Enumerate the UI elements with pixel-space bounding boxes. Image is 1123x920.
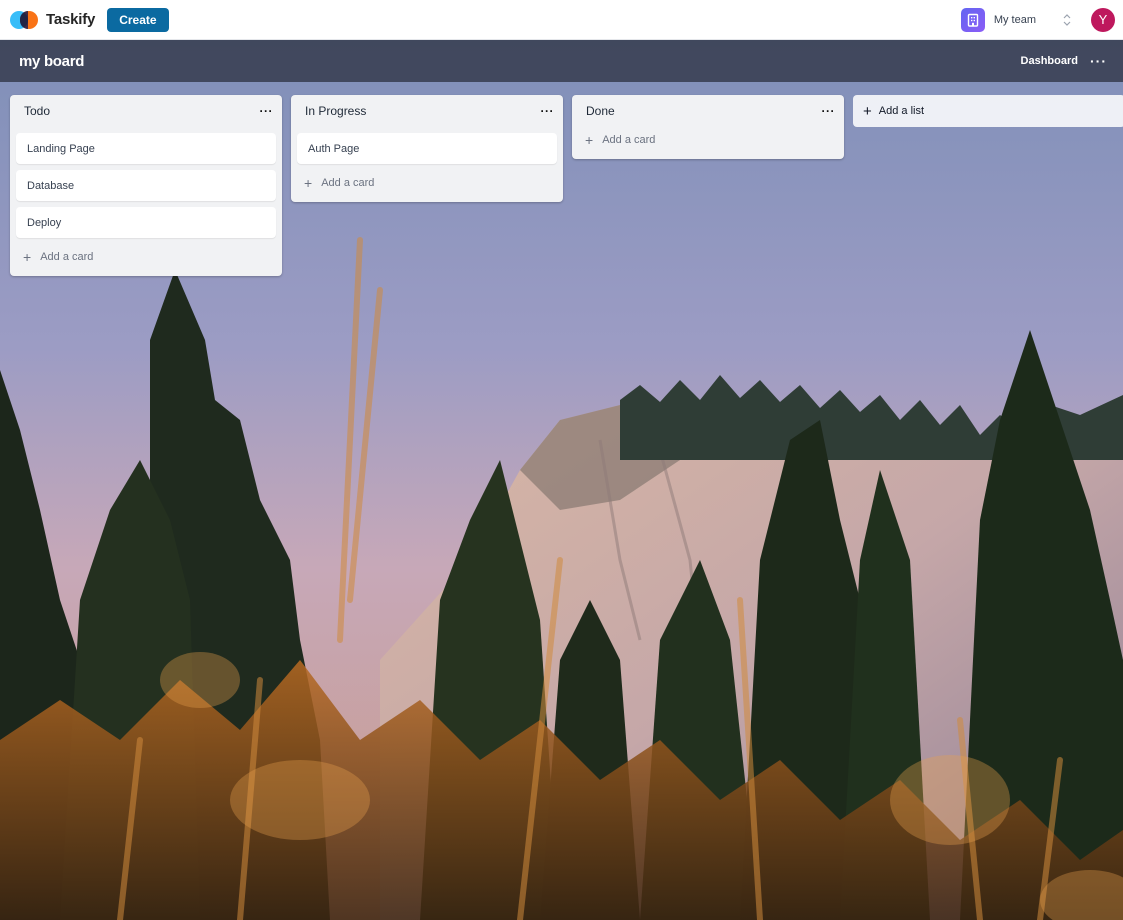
add-list-button[interactable]: + Add a list: [853, 95, 1123, 127]
add-card-label: Add a card: [602, 134, 656, 146]
top-navbar: Taskify Create My team Y: [0, 0, 1123, 40]
list-in-progress: In Progress ··· Auth Page + Add a card: [291, 95, 563, 202]
list-title[interactable]: Todo: [24, 104, 50, 118]
user-avatar[interactable]: Y: [1091, 7, 1115, 32]
add-card-label: Add a card: [321, 177, 375, 189]
add-card-label: Add a card: [40, 251, 94, 263]
card-list: Landing Page Database Deploy: [10, 133, 282, 238]
board-title[interactable]: my board: [19, 53, 84, 70]
list-header: Done ···: [572, 95, 844, 127]
taskify-logo-icon: [10, 9, 40, 31]
list-header: In Progress ···: [291, 95, 563, 127]
list-menu-ellipsis-icon[interactable]: ···: [541, 104, 555, 118]
list-done: Done ··· + Add a card: [572, 95, 844, 159]
add-card-button[interactable]: + Add a card: [291, 170, 563, 196]
app-name: Taskify: [46, 11, 96, 28]
list-header: Todo ···: [10, 95, 282, 127]
card[interactable]: Landing Page: [16, 133, 276, 164]
plus-icon: +: [23, 249, 32, 265]
dashboard-link[interactable]: Dashboard: [1021, 55, 1078, 67]
board-header: my board Dashboard ···: [0, 40, 1123, 82]
card-list: Auth Page: [291, 133, 563, 164]
building-icon: [960, 7, 985, 32]
create-button[interactable]: Create: [107, 7, 169, 32]
add-card-button[interactable]: + Add a card: [572, 127, 844, 153]
list-title[interactable]: Done: [586, 104, 615, 118]
chevron-up-down-icon: [1063, 13, 1071, 27]
card[interactable]: Deploy: [16, 207, 276, 238]
list-title[interactable]: In Progress: [305, 104, 366, 118]
board-lists: Todo ··· Landing Page Database Deploy + …: [10, 95, 1123, 276]
team-switcher[interactable]: My team: [955, 4, 1077, 36]
add-card-button[interactable]: + Add a card: [10, 244, 282, 270]
nav-right: My team Y: [955, 4, 1115, 36]
card[interactable]: Auth Page: [297, 133, 557, 164]
board-actions: Dashboard ···: [1021, 54, 1107, 68]
add-list-label: Add a list: [878, 105, 925, 117]
team-name: My team: [993, 13, 1036, 26]
board-menu-ellipsis-icon[interactable]: ···: [1090, 54, 1107, 68]
plus-icon: +: [585, 132, 594, 148]
list-todo: Todo ··· Landing Page Database Deploy + …: [10, 95, 282, 276]
list-menu-ellipsis-icon[interactable]: ···: [260, 104, 274, 118]
plus-icon: +: [304, 175, 313, 191]
list-menu-ellipsis-icon[interactable]: ···: [822, 104, 836, 118]
card[interactable]: Database: [16, 170, 276, 201]
plus-icon: +: [863, 102, 872, 120]
app-logo[interactable]: Taskify: [10, 9, 95, 31]
